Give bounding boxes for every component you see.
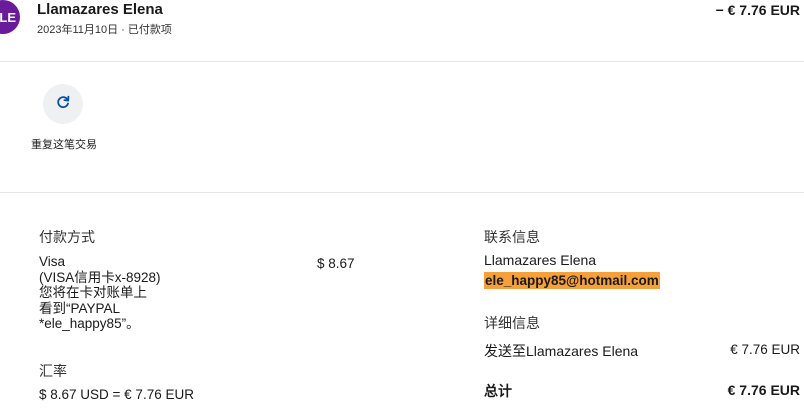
divider — [0, 192, 804, 193]
contact-info-title: 联系信息 — [484, 229, 540, 245]
repeat-transaction-label[interactable]: 重复这笔交易 — [30, 138, 98, 153]
ship-amount: € 7.76 EUR — [730, 342, 800, 357]
transaction-meta: 2023年11月10日 · 已付款项 — [37, 24, 172, 36]
payment-method-line: *ele_happy85”。 — [39, 316, 140, 331]
payment-method-title: 付款方式 — [39, 229, 95, 245]
avatar: LE — [0, 0, 20, 34]
payment-method-line: Visa — [39, 254, 66, 269]
refresh-icon — [55, 94, 71, 115]
contact-email-link[interactable]: ele_happy85@hotmail.com — [484, 272, 660, 289]
payment-amount: $ 8.67 — [317, 256, 355, 271]
avatar-initials: LE — [0, 9, 16, 25]
payment-method-line: 您将在卡对账单上 — [39, 285, 147, 300]
payment-method-line: 看到“PAYPAL — [39, 300, 121, 316]
merchant-name: Llamazares Elena — [37, 1, 163, 18]
transaction-details-page: LE Llamazares Elena 2023年11月10日 · 已付款项 −… — [0, 0, 804, 408]
details-title: 详细信息 — [484, 315, 540, 331]
total-amount: € 7.76 EUR — [727, 382, 800, 398]
total-label: 总计 — [484, 383, 512, 399]
header-amount: − € 7.76 EUR — [715, 2, 800, 18]
payment-method-details: Visa (VISA信用卡x-8928) 您将在卡对账单上 看到“PAYPAL … — [39, 254, 239, 332]
ship-to-label: 发送至Llamazares Elena — [484, 343, 639, 359]
exchange-rate-value: $ 8.67 USD = € 7.76 EUR — [39, 387, 194, 402]
contact-name: Llamazares Elena — [484, 252, 597, 268]
exchange-rate-title: 汇率 — [39, 363, 67, 379]
payment-method-line: (VISA信用卡x-8928) — [39, 269, 161, 285]
repeat-transaction-button[interactable] — [43, 84, 83, 124]
divider — [0, 61, 804, 62]
